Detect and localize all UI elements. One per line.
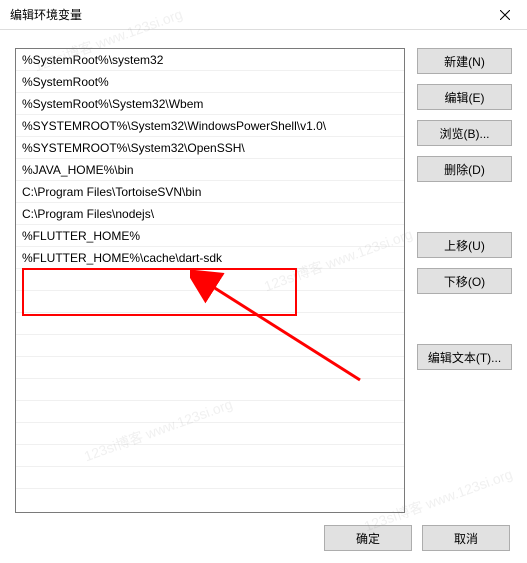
list-item[interactable]: %SYSTEMROOT%\System32\OpenSSH\ [16,137,404,159]
list-item[interactable] [16,401,404,423]
browse-button[interactable]: 浏览(B)... [417,120,512,146]
main-row: %SystemRoot%\system32 %SystemRoot% %Syst… [15,48,512,513]
dialog-footer: 确定 取消 [15,525,512,551]
list-item[interactable]: C:\Program Files\TortoiseSVN\bin [16,181,404,203]
button-sidebar: 新建(N) 编辑(E) 浏览(B)... 删除(D) 上移(U) 下移(O) 编… [417,48,512,513]
spacer [417,192,512,222]
move-up-button[interactable]: 上移(U) [417,232,512,258]
ok-button[interactable]: 确定 [324,525,412,551]
list-item[interactable] [16,423,404,445]
list-item[interactable]: %JAVA_HOME%\bin [16,159,404,181]
list-item[interactable] [16,335,404,357]
list-item[interactable] [16,313,404,335]
list-item[interactable]: %SystemRoot%\System32\Wbem [16,93,404,115]
list-item[interactable] [16,379,404,401]
list-item[interactable] [16,467,404,489]
list-item[interactable]: %SYSTEMROOT%\System32\WindowsPowerShell\… [16,115,404,137]
edit-text-button[interactable]: 编辑文本(T)... [417,344,512,370]
path-listbox[interactable]: %SystemRoot%\system32 %SystemRoot% %Syst… [15,48,405,513]
close-button[interactable] [482,0,527,30]
list-item[interactable]: %SystemRoot%\system32 [16,49,404,71]
spacer [417,304,512,334]
new-button[interactable]: 新建(N) [417,48,512,74]
delete-button[interactable]: 删除(D) [417,156,512,182]
edit-button[interactable]: 编辑(E) [417,84,512,110]
list-item[interactable]: %SystemRoot% [16,71,404,93]
list-item[interactable] [16,291,404,313]
window-title: 编辑环境变量 [10,6,82,23]
dialog-content: %SystemRoot%\system32 %SystemRoot% %Syst… [0,30,527,563]
list-item[interactable] [16,445,404,467]
list-item[interactable] [16,357,404,379]
titlebar: 编辑环境变量 [0,0,527,30]
cancel-button[interactable]: 取消 [422,525,510,551]
list-item[interactable]: C:\Program Files\nodejs\ [16,203,404,225]
move-down-button[interactable]: 下移(O) [417,268,512,294]
close-icon [500,10,510,20]
list-item[interactable]: %FLUTTER_HOME%\cache\dart-sdk [16,247,404,269]
list-item[interactable]: %FLUTTER_HOME% [16,225,404,247]
list-item[interactable] [16,269,404,291]
